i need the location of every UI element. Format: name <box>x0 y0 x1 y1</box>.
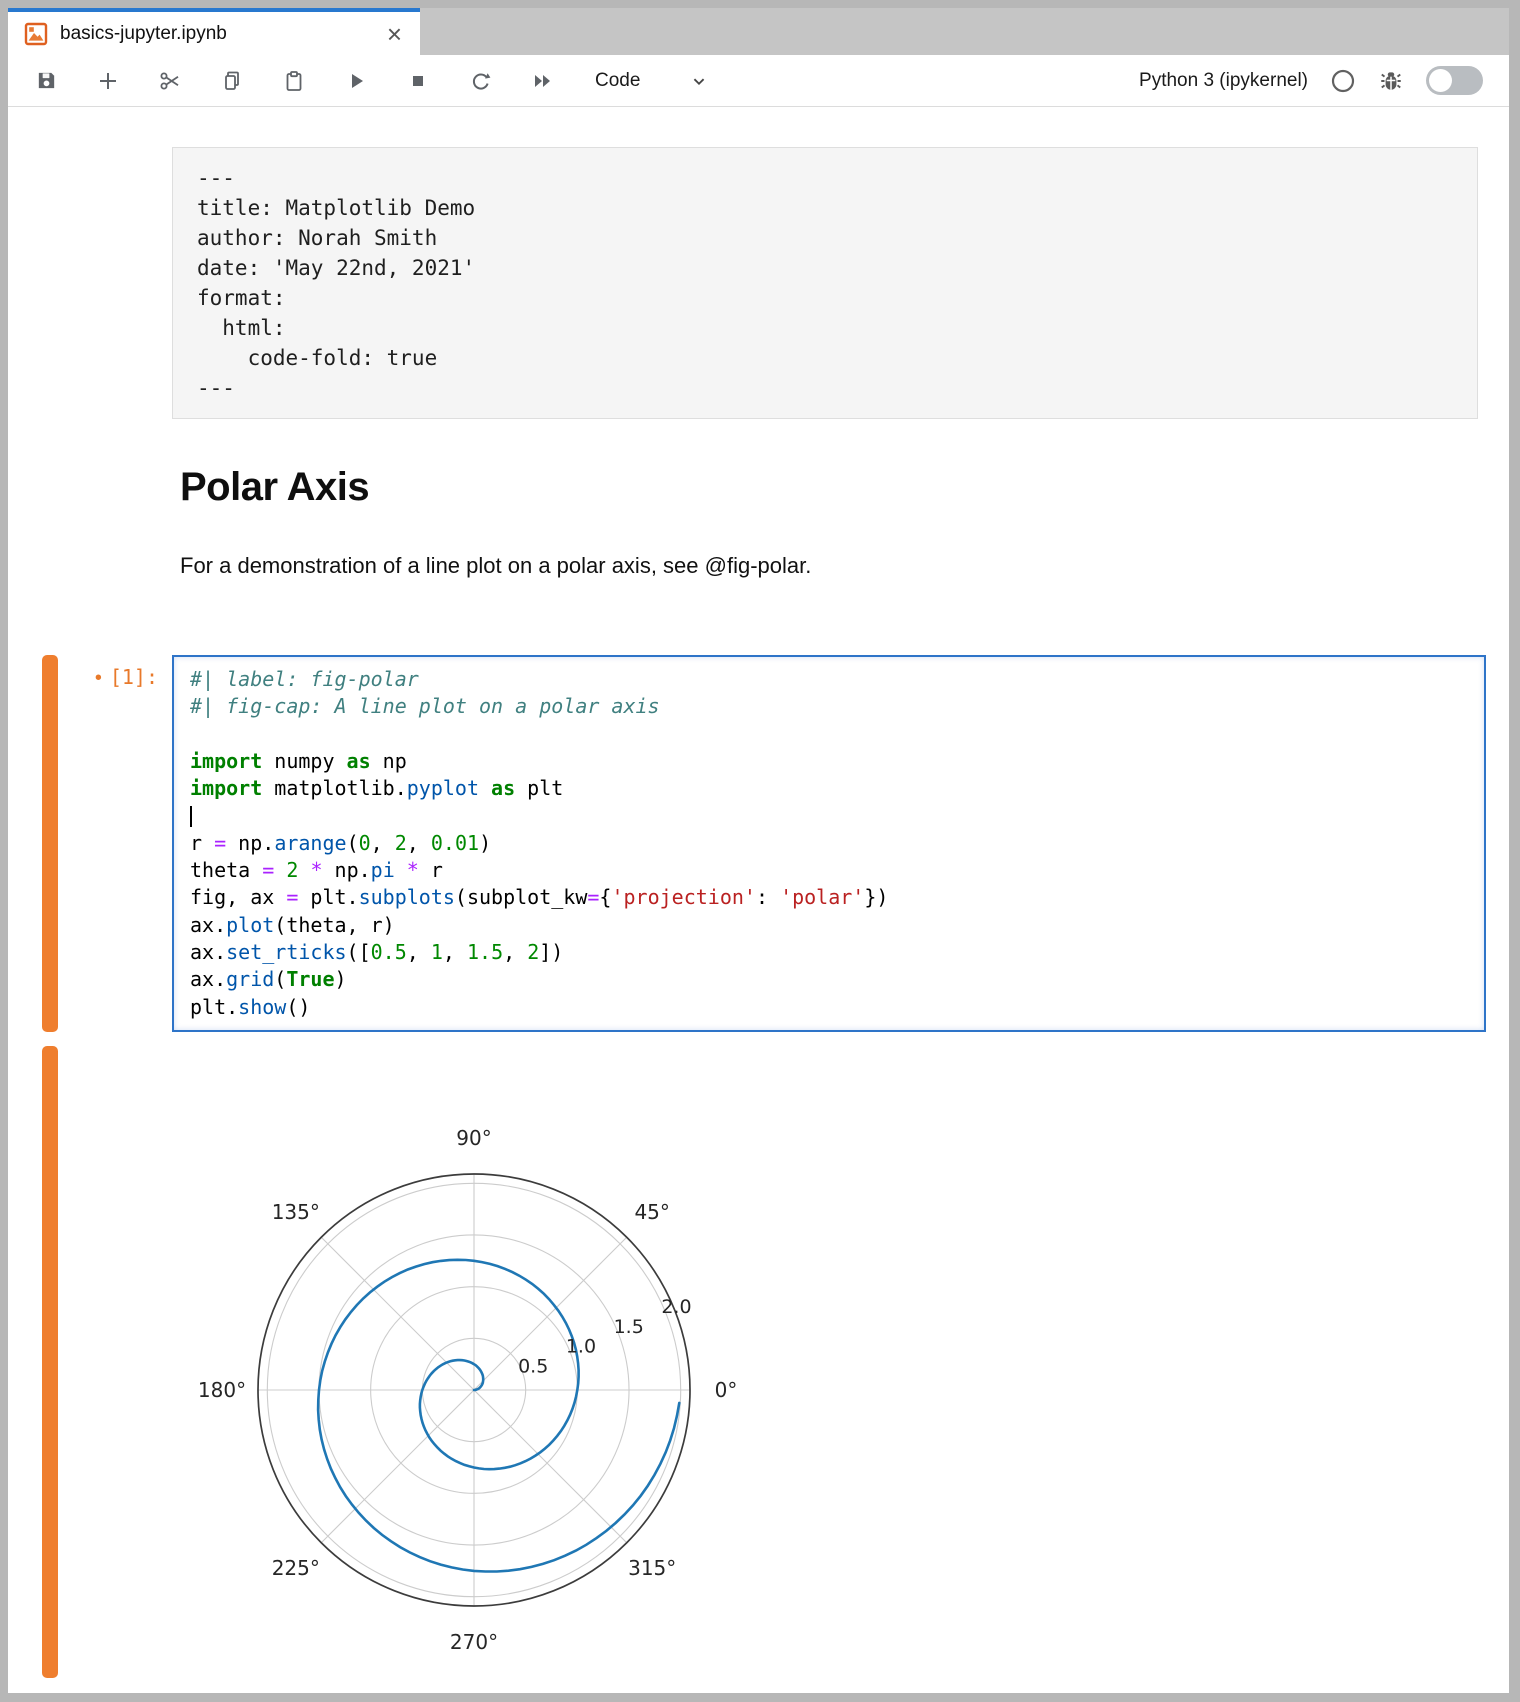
run-all-button[interactable] <box>530 69 554 93</box>
cut-button[interactable] <box>158 69 182 93</box>
markdown-heading: Polar Axis <box>180 463 1509 511</box>
save-button[interactable] <box>34 69 58 93</box>
notebook-toolbar: Code Python 3 (ipykernel) <box>8 55 1509 107</box>
svg-text:2.0: 2.0 <box>661 1296 691 1318</box>
bug-icon[interactable] <box>1378 68 1404 94</box>
tab-basics-jupyter[interactable]: basics-jupyter.ipynb × <box>8 8 420 55</box>
svg-text:1.0: 1.0 <box>566 1336 596 1358</box>
close-icon[interactable]: × <box>383 21 406 47</box>
simple-mode-toggle[interactable] <box>1426 66 1483 95</box>
modified-dot: • <box>95 667 102 689</box>
output-cell: 0° 45° 90° 135° 180° 225° 270° 315° 0.5 1.0 1.5 2.0 <box>8 1046 1509 1678</box>
svg-text:45°: 45° <box>634 1200 669 1224</box>
notebook-file-icon <box>24 22 48 46</box>
svg-text:180°: 180° <box>198 1378 246 1402</box>
kernel-idle-icon <box>1330 68 1356 94</box>
svg-text:90°: 90° <box>456 1126 491 1150</box>
execution-prompt: • [1]: <box>58 655 172 1032</box>
svg-text:135°: 135° <box>272 1200 320 1224</box>
svg-text:1.5: 1.5 <box>614 1316 644 1338</box>
input-collapser[interactable] <box>42 655 58 1032</box>
code-editor[interactable]: #| label: fig-polar#| fig-cap: A line pl… <box>172 655 1486 1032</box>
svg-text:0.5: 0.5 <box>518 1355 548 1377</box>
insert-cell-button[interactable] <box>96 69 120 93</box>
svg-text:0°: 0° <box>715 1378 738 1402</box>
tab-bar: basics-jupyter.ipynb × <box>8 8 1509 55</box>
svg-text:315°: 315° <box>628 1556 676 1580</box>
polar-plot: 0° 45° 90° 135° 180° 225° 270° 315° 0.5 1.0 1.5 2.0 <box>174 1110 774 1670</box>
raw-cell-text: ---title: Matplotlib Demoauthor: Norah S… <box>197 163 1453 403</box>
cell-type-label: Code <box>595 70 640 92</box>
tab-title: basics-jupyter.ipynb <box>60 23 383 45</box>
stop-button[interactable] <box>406 69 430 93</box>
jupyterlab-window: basics-jupyter.ipynb × <box>8 8 1509 1693</box>
code-cell: • [1]: #| label: fig-polar#| fig-cap: A l… <box>8 655 1509 1032</box>
svg-text:225°: 225° <box>272 1556 320 1580</box>
chevron-down-icon <box>688 70 710 92</box>
restart-kernel-button[interactable] <box>468 69 492 93</box>
prompt-number: [1]: <box>110 665 158 689</box>
markdown-paragraph: For a demonstration of a line plot on a … <box>180 551 1509 581</box>
paste-button[interactable] <box>282 69 306 93</box>
output-area: 0° 45° 90° 135° 180° 225° 270° 315° 0.5 1.0 1.5 2.0 <box>58 1046 774 1675</box>
output-collapser[interactable] <box>42 1046 58 1678</box>
cell-type-dropdown[interactable]: Code <box>595 70 710 92</box>
kernel-name[interactable]: Python 3 (ipykernel) <box>1139 70 1308 92</box>
run-button[interactable] <box>344 69 368 93</box>
svg-text:270°: 270° <box>450 1630 498 1654</box>
copy-button[interactable] <box>220 69 244 93</box>
raw-cell-yaml[interactable]: ---title: Matplotlib Demoauthor: Norah S… <box>172 147 1478 419</box>
notebook-content: ---title: Matplotlib Demoauthor: Norah S… <box>8 107 1509 1692</box>
toggle-knob <box>1429 69 1452 92</box>
